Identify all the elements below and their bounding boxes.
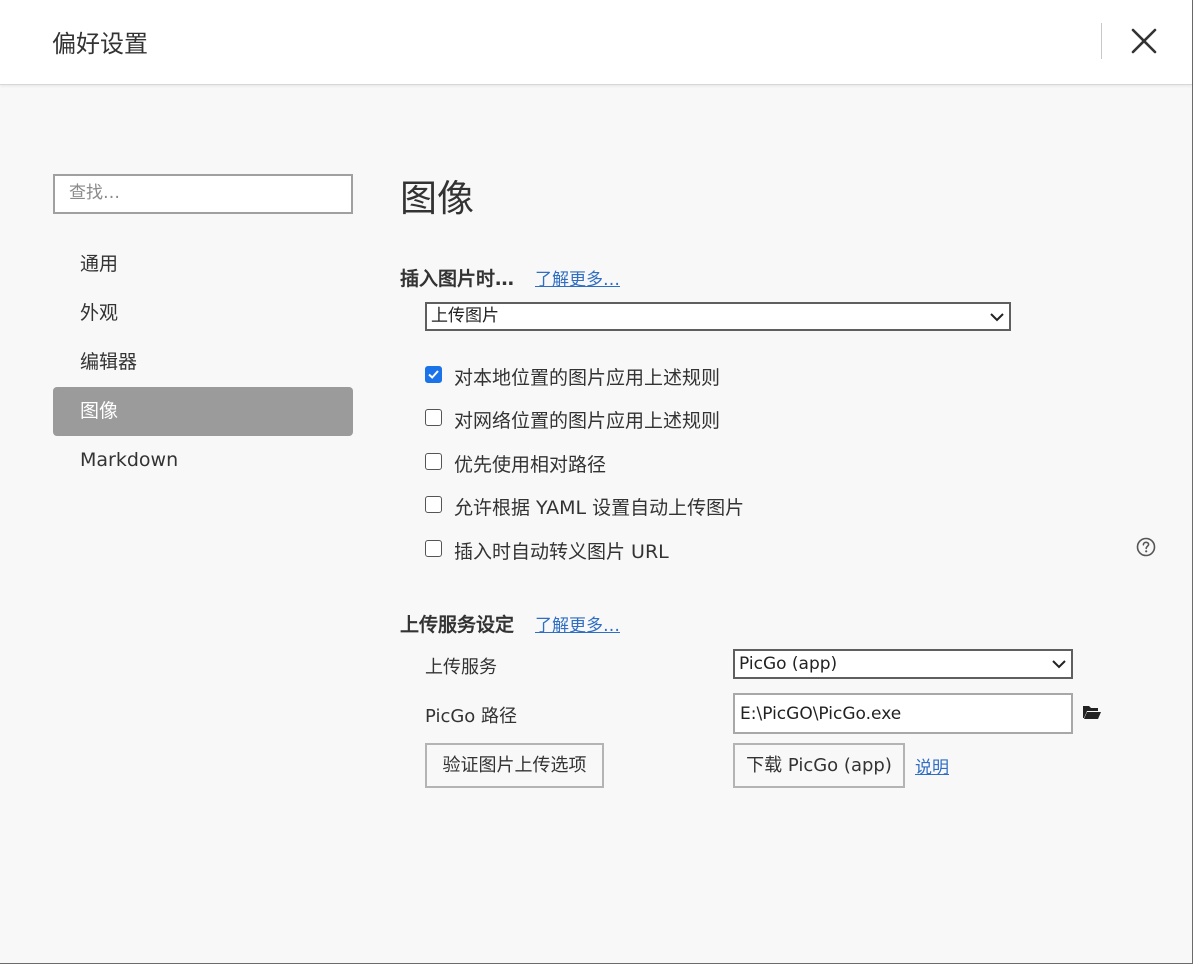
question-circle-icon bbox=[1136, 537, 1156, 557]
help-button[interactable] bbox=[1136, 537, 1156, 557]
close-button[interactable] bbox=[1124, 22, 1164, 62]
checkbox[interactable] bbox=[425, 409, 442, 426]
insert-action-select[interactable]: 上传图片 bbox=[425, 302, 1011, 331]
upload-section-title: 上传服务设定 bbox=[400, 614, 515, 636]
option-label: 对本地位置的图片应用上述规则 bbox=[454, 367, 721, 389]
download-picgo-button[interactable]: 下载 PicGo (app) bbox=[733, 743, 905, 788]
sidebar-item-label: 外观 bbox=[80, 302, 119, 324]
upload-service-value: PicGo (app) bbox=[739, 654, 838, 674]
insert-section-title: 插入图片时… bbox=[400, 268, 515, 290]
page-title: 图像 bbox=[400, 177, 474, 220]
checkbox[interactable] bbox=[425, 366, 442, 383]
window-title: 偏好设置 bbox=[52, 30, 148, 58]
sidebar-item-label: 编辑器 bbox=[80, 351, 138, 373]
title-bar: 偏好设置 bbox=[0, 0, 1192, 85]
option-label: 优先使用相对路径 bbox=[454, 454, 607, 476]
folder-open-icon bbox=[1083, 706, 1101, 719]
sidebar-item-label: Markdown bbox=[80, 449, 179, 471]
checkbox[interactable] bbox=[425, 453, 442, 470]
preferences-window: 偏好设置 通用 外观 编辑器 图像 Markdown 图像 插入图片时… bbox=[0, 0, 1193, 964]
sidebar-item-label: 通用 bbox=[80, 253, 119, 275]
sidebar-item-label: 图像 bbox=[80, 400, 119, 422]
checkbox[interactable] bbox=[425, 540, 442, 557]
sidebar-item-image[interactable]: 图像 bbox=[53, 387, 353, 436]
checkmark-icon bbox=[428, 370, 439, 379]
close-icon bbox=[1131, 28, 1157, 54]
sidebar-item-markdown[interactable]: Markdown bbox=[53, 436, 353, 485]
upload-service-label: 上传服务 bbox=[425, 657, 497, 678]
verify-upload-button[interactable]: 验证图片上传选项 bbox=[425, 743, 604, 788]
title-separator bbox=[1101, 23, 1102, 59]
upload-service-select[interactable]: PicGo (app) bbox=[733, 649, 1073, 679]
option-label: 插入时自动转义图片 URL bbox=[454, 541, 669, 563]
checkbox[interactable] bbox=[425, 496, 442, 513]
search-input[interactable] bbox=[55, 176, 349, 210]
search-field[interactable] bbox=[53, 174, 353, 214]
picgo-path-input[interactable] bbox=[735, 695, 1070, 732]
picgo-path-field[interactable] bbox=[733, 693, 1073, 734]
sidebar-nav: 通用 外观 编辑器 图像 Markdown bbox=[53, 240, 353, 485]
upload-learn-more-link[interactable]: 了解更多… bbox=[535, 611, 620, 636]
option-label: 允许根据 YAML 设置自动上传图片 bbox=[454, 497, 745, 519]
insert-learn-more-link[interactable]: 了解更多… bbox=[535, 265, 620, 290]
browse-folder-button[interactable] bbox=[1082, 703, 1102, 721]
chevron-down-icon bbox=[990, 312, 1004, 321]
sidebar-item-general[interactable]: 通用 bbox=[53, 240, 353, 289]
sidebar-item-editor[interactable]: 编辑器 bbox=[53, 338, 353, 387]
option-label: 对网络位置的图片应用上述规则 bbox=[454, 410, 721, 432]
picgo-path-label: PicGo 路径 bbox=[425, 706, 518, 727]
instructions-link[interactable]: 说明 bbox=[915, 753, 949, 778]
insert-action-value: 上传图片 bbox=[431, 306, 499, 326]
chevron-down-icon bbox=[1052, 660, 1066, 669]
sidebar-item-appearance[interactable]: 外观 bbox=[53, 289, 353, 338]
